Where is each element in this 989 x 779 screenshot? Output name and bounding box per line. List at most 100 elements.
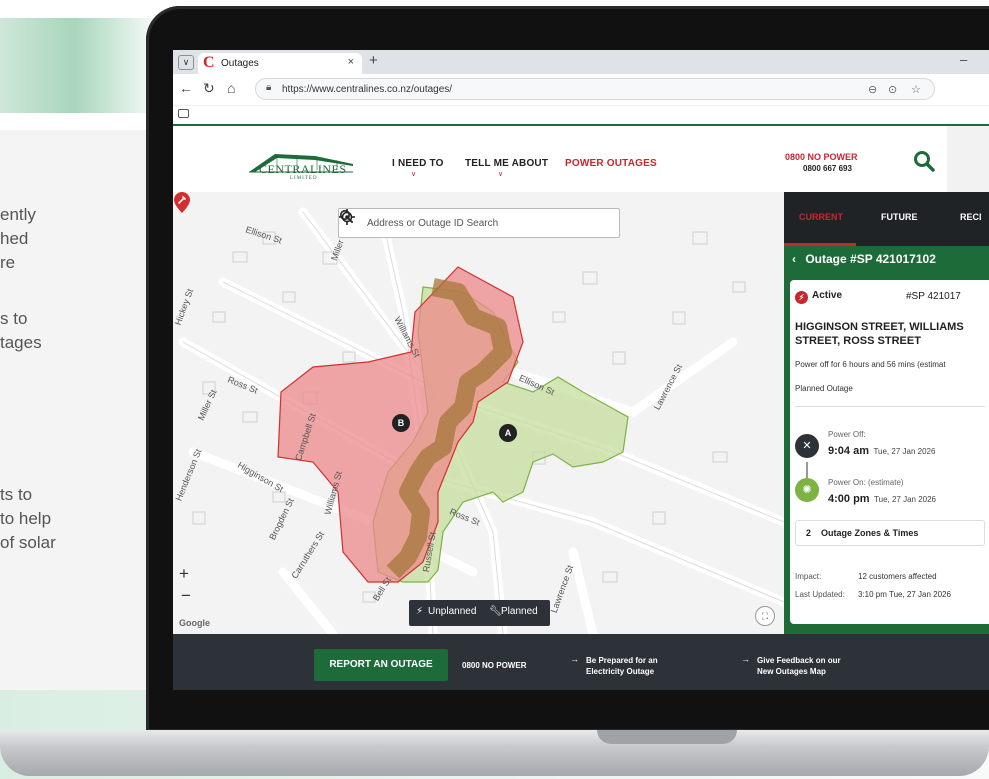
affected-streets: HIGGINSON STREET, WILLIAMS STREET, ROSS …: [795, 321, 964, 347]
slide-text-line: ently: [0, 205, 36, 224]
zone-marker-a[interactable]: A: [499, 424, 517, 442]
be-prepared-line1: Be Prepared for an: [586, 656, 658, 665]
centralines-favicon-icon: C: [203, 54, 215, 71]
outage-location-pin-icon[interactable]: [173, 192, 191, 214]
tab-close-icon[interactable]: ×: [348, 56, 354, 68]
power-off-icon: ✕: [795, 434, 819, 458]
outage-map[interactable]: Ellison St Miller St Hickey St Ross St M…: [173, 192, 784, 634]
legend-unplanned: Unplanned: [428, 606, 477, 617]
nav-i-need-to[interactable]: I NEED TO: [392, 158, 444, 169]
new-tab-icon[interactable]: +: [369, 52, 378, 69]
logo-wordmark: CENTRALINES: [259, 162, 347, 176]
tab-recent[interactable]: RECI: [960, 212, 982, 222]
bolt-icon: ⚡︎: [416, 606, 424, 617]
fullscreen-icon[interactable]: ⛶: [755, 606, 775, 626]
power-on-icon: ✺: [795, 478, 819, 502]
slide-text-line: hed: [0, 229, 29, 248]
header-phone-label[interactable]: 0800 NO POWER: [785, 152, 858, 162]
status-badge: ⚡︎ Active: [795, 290, 842, 304]
slide-text-line: ts to: [0, 485, 33, 504]
outage-type-legend: ⚡︎ Unplanned 🔧︎ Planned: [409, 600, 550, 626]
timeline-connector: [806, 462, 808, 478]
browser-tab-outages[interactable]: C Outages ×: [198, 53, 362, 74]
my-location-icon[interactable]: [339, 209, 355, 225]
tab-list-dropdown-icon[interactable]: ∨: [178, 55, 194, 70]
search-icon[interactable]: [913, 150, 935, 172]
nav-power-outages[interactable]: POWER OUTAGES: [565, 158, 657, 169]
be-prepared-link[interactable]: Be Prepared for an Electricity Outage: [586, 655, 658, 677]
last-updated-label: Last Updated:: [795, 590, 845, 599]
footer-phone-link[interactable]: 0800 NO POWER: [462, 661, 526, 670]
zones-count: 2: [806, 528, 812, 538]
nav-tell-me-about[interactable]: TELL ME ABOUT: [465, 158, 548, 169]
power-off-time: 9:04 am Tue, 27 Jan 2026: [828, 441, 935, 459]
outage-title: Outage #SP 421017102: [805, 252, 936, 266]
outage-type: Planned Outage: [795, 384, 853, 393]
outage-tabs: CURRENT FUTURE RECI: [784, 192, 989, 246]
outage-title-row[interactable]: ‹ Outage #SP 421017102: [792, 252, 936, 266]
lock-icon: 🔒︎: [266, 82, 272, 93]
last-updated-value: 3:10 pm Tue, 27 Jan 2026: [858, 590, 951, 599]
arrow-right-icon: →: [570, 654, 579, 664]
tab-future[interactable]: FUTURE: [881, 212, 918, 222]
slide-text-line: re: [0, 253, 16, 272]
bolt-icon: ⚡︎: [795, 291, 808, 304]
power-on-date: Tue, 27 Jan 2026: [874, 495, 937, 504]
impact-label: Impact:: [795, 572, 822, 581]
slide-text-line: s to: [0, 309, 28, 328]
window-minimize-icon[interactable]: –: [960, 52, 967, 67]
give-feedback-line1: Give Feedback on our: [757, 656, 841, 665]
give-feedback-line2: New Outages Map: [757, 667, 826, 676]
tab-current[interactable]: CURRENT: [799, 212, 843, 222]
reload-icon[interactable]: ↻: [203, 80, 215, 97]
zoom-icon[interactable]: ⊖: [868, 83, 877, 96]
tab-title: Outages: [221, 58, 259, 69]
back-icon[interactable]: ←: [179, 80, 193, 96]
power-on-label: Power On: (estimate): [828, 478, 904, 487]
slide-text-line: to help: [0, 509, 52, 528]
slide-text-line: of solar: [0, 533, 56, 552]
power-on-hour: 4:00 pm: [828, 493, 870, 505]
outage-details-panel: CURRENT FUTURE RECI ‹ Outage #SP 4210171…: [784, 192, 989, 636]
wrench-icon: 🔧︎: [489, 606, 502, 617]
give-feedback-link[interactable]: Give Feedback on our New Outages Map: [757, 655, 841, 677]
power-off-date: Tue, 27 Jan 2026: [873, 447, 936, 456]
report-outage-button[interactable]: REPORT AN OUTAGE: [314, 649, 448, 681]
divider: [795, 406, 985, 407]
zoom-in-button[interactable]: +: [179, 564, 189, 584]
slide-accent-gradient: [0, 18, 165, 113]
favorite-star-icon[interactable]: ☆: [911, 83, 921, 96]
home-icon[interactable]: ⌂: [227, 80, 235, 96]
site-footer-bar: REPORT AN OUTAGE 0800 NO POWER → Be Prep…: [173, 634, 989, 690]
power-off-label: Power Off:: [828, 430, 866, 439]
url-text: https://www.centralines.co.nz/outages/: [282, 84, 453, 95]
url-field[interactable]: 🔒︎ https://www.centralines.co.nz/outages…: [255, 78, 935, 100]
header-menu-panel[interactable]: [947, 126, 989, 192]
bookmark-folder-icon[interactable]: [178, 109, 189, 118]
google-logo: Google: [179, 618, 210, 628]
status-label: Active: [812, 290, 843, 301]
laptop-screen: ∨ C Outages × + – ← ↻ ⌂ 🔒︎ https://www.c…: [173, 50, 989, 690]
outage-id: #SP 421017: [906, 291, 961, 302]
reader-icon[interactable]: ⊙: [888, 83, 897, 96]
chevron-down-icon: ∨: [498, 171, 504, 178]
zone-marker-b[interactable]: B: [392, 414, 410, 432]
header-phone-number[interactable]: 0800 667 693: [803, 164, 852, 173]
address-search-input[interactable]: [365, 214, 585, 232]
arrow-right-icon: →: [741, 654, 750, 664]
outage-card: ⚡︎ Active #SP 421017 HIGGINSON STREET, WI…: [790, 280, 989, 624]
power-on-time: 4:00 pm Tue, 27 Jan 2026: [828, 489, 936, 507]
map-canvas[interactable]: [173, 192, 784, 634]
outage-zones-button[interactable]: 2 Outage Zones & Times: [795, 520, 985, 546]
zones-label: Outage Zones & Times: [821, 528, 919, 538]
bookmarks-bar: [173, 106, 989, 126]
zoom-out-button[interactable]: −: [181, 586, 191, 606]
slide-text-line: tages: [0, 333, 42, 352]
chevron-left-icon[interactable]: ‹: [792, 252, 796, 266]
power-off-hour: 9:04 am: [828, 445, 869, 457]
map-search-box: [338, 208, 620, 238]
site-header: CENTRALINES LIMITED I NEED TO ∨ TELL ME …: [173, 126, 989, 192]
browser-address-bar: ← ↻ ⌂ 🔒︎ https://www.centralines.co.nz/o…: [173, 74, 989, 106]
be-prepared-line2: Electricity Outage: [586, 667, 655, 676]
laptop-base: [0, 730, 989, 776]
